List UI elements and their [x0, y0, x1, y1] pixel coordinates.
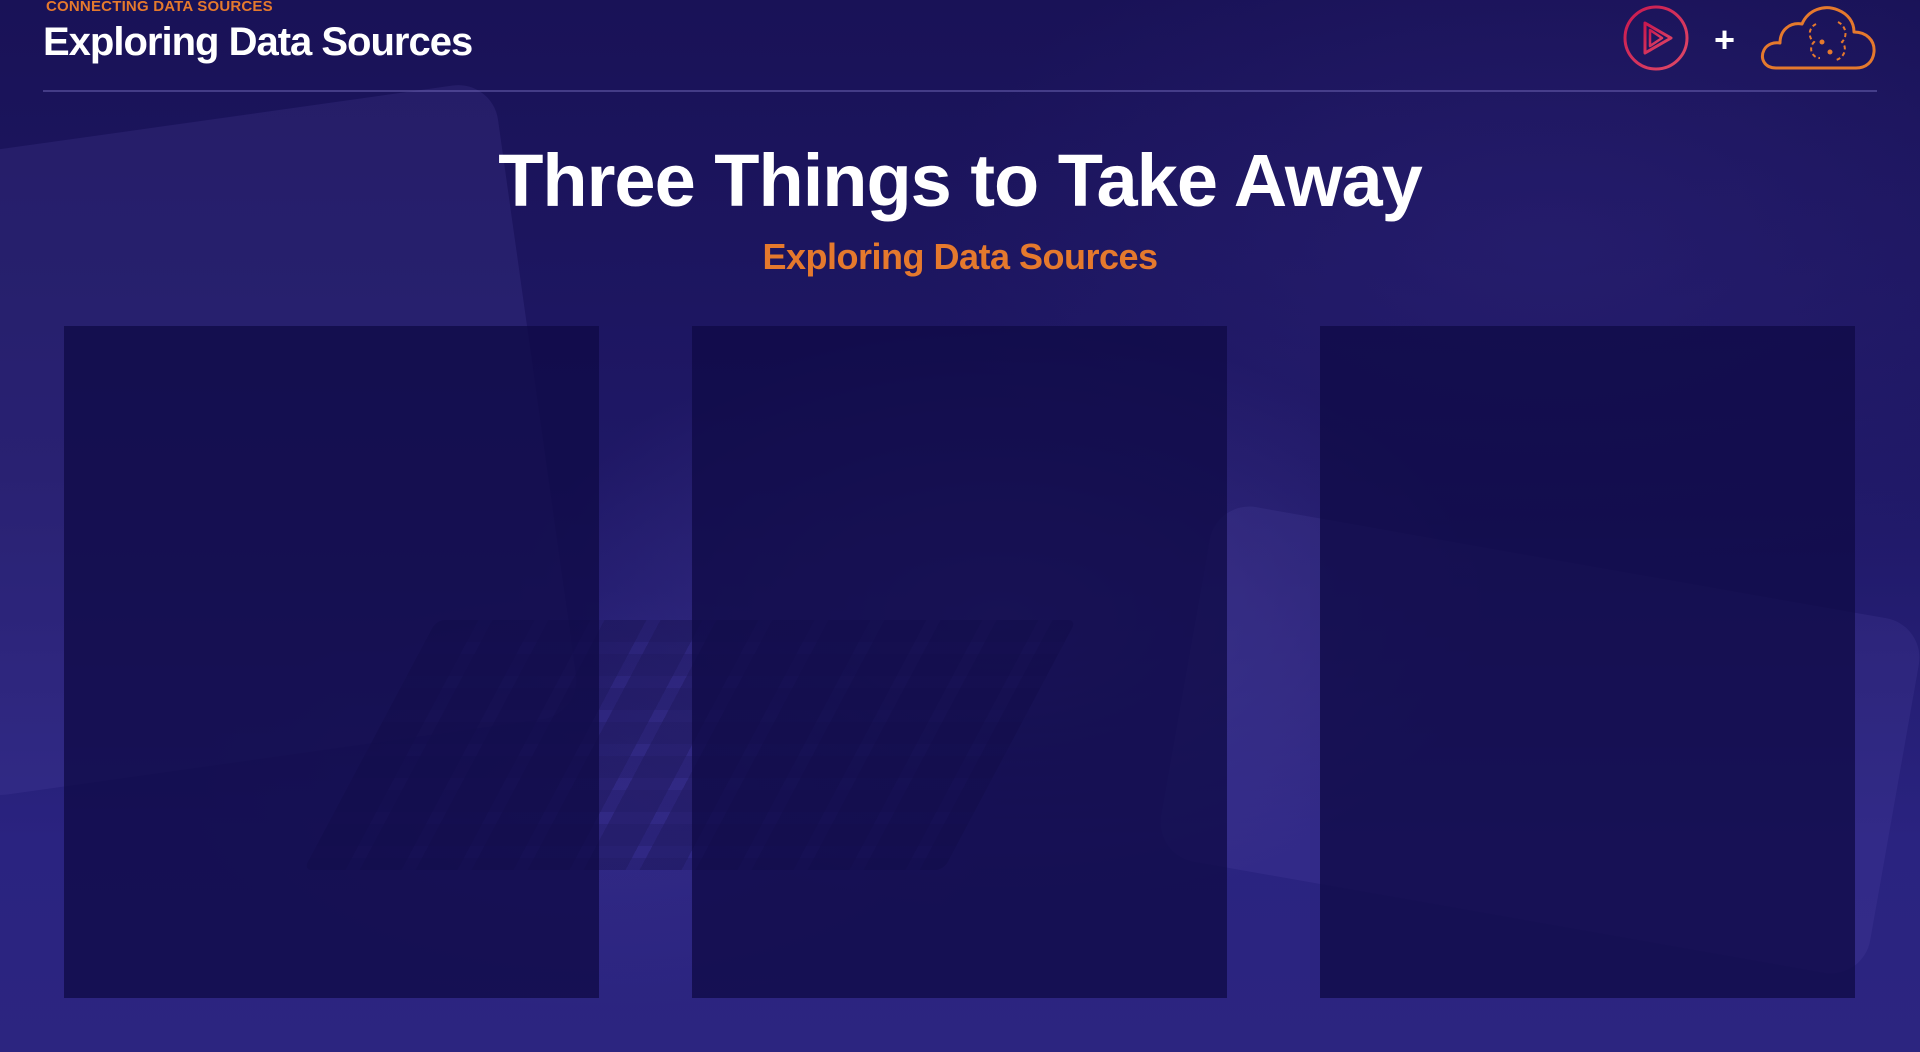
takeaway-panel-1 — [64, 326, 599, 998]
logo-plus-separator: + — [1714, 19, 1736, 60]
slide-title: Three Things to Take Away — [498, 139, 1423, 222]
play-logo-icon — [1623, 5, 1689, 71]
header-title: Exploring Data Sources — [43, 20, 473, 64]
takeaway-panel-2 — [692, 326, 1227, 998]
header-kicker: CONNECTING DATA SOURCES — [46, 0, 273, 15]
takeaway-panel-3 — [1320, 326, 1855, 998]
slide: CONNECTING DATA SOURCES Exploring Data S… — [0, 0, 1920, 1052]
header-divider — [43, 90, 1877, 92]
cloud-brain-icon — [1758, 2, 1878, 74]
slide-subtitle: Exploring Data Sources — [762, 236, 1158, 277]
